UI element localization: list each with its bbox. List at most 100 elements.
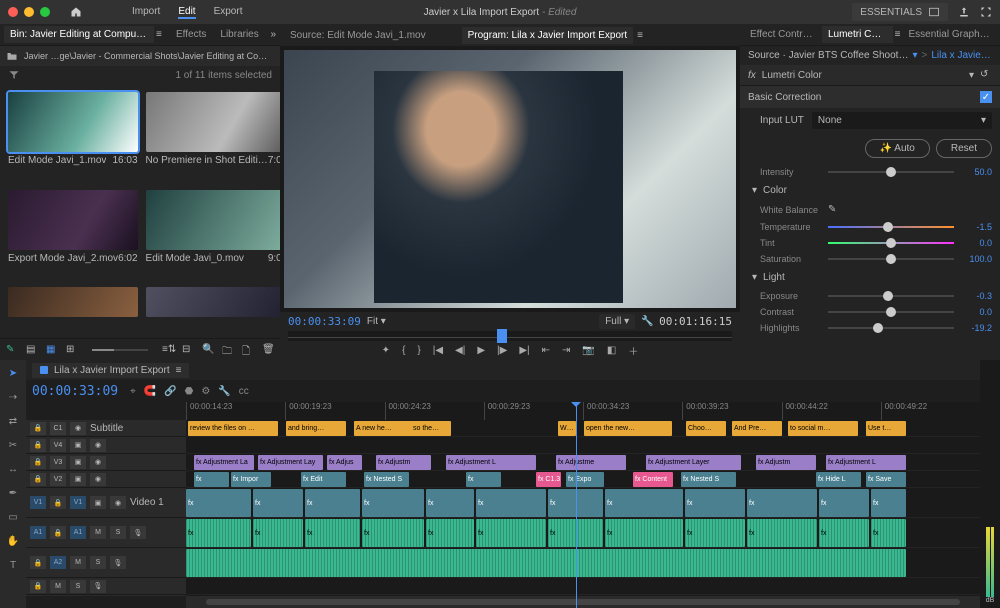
a1-source[interactable]: A1 — [30, 526, 46, 539]
timeline-clip[interactable]: fx Expo — [566, 472, 604, 487]
reset-icon[interactable]: ↺ — [980, 69, 992, 81]
slider-track[interactable] — [828, 295, 954, 297]
timeline-clip[interactable]: fx — [253, 519, 303, 547]
clip-thumb[interactable]: Edit Mode Javi_1.mov16:03 — [8, 92, 138, 182]
menu-export[interactable]: Export — [214, 6, 243, 19]
maximize-window[interactable] — [40, 7, 50, 17]
timeline-clip[interactable]: fx C1.3 — [536, 472, 561, 487]
slider-value[interactable]: 50.0 — [962, 167, 992, 177]
close-window[interactable] — [8, 7, 18, 17]
find-icon[interactable]: 🔍 — [202, 344, 214, 356]
timeline-clip[interactable]: fx Adjustment L — [446, 455, 536, 470]
pen-tool-icon[interactable]: ✎ — [6, 344, 18, 356]
timeline-clip[interactable]: fx Adjustment L — [826, 455, 906, 470]
slider-track[interactable] — [828, 226, 954, 228]
zoom-fit-dropdown[interactable]: Fit ▾ — [367, 316, 386, 327]
timeline-clip[interactable]: fx — [476, 519, 546, 547]
timeline-clip[interactable]: fx Adjustm — [376, 455, 431, 470]
slider-knob[interactable] — [886, 238, 896, 248]
bin-icon[interactable] — [6, 50, 18, 62]
timeline-clip[interactable]: fx — [685, 489, 745, 517]
basic-correction-checkbox[interactable]: ✓ — [980, 91, 992, 103]
breadcrumb-path[interactable]: Javier …ge\Javier - Commercial Shots\Jav… — [24, 51, 274, 61]
new-bin-icon[interactable]: 🗀 — [222, 344, 234, 356]
tab-menu-icon[interactable]: ≡ — [895, 29, 901, 40]
snap-icon[interactable]: ⌖ — [130, 386, 136, 397]
slider-value[interactable]: -0.3 — [962, 291, 992, 301]
sequence-link[interactable]: Lila x Javier Import Export · Jav… — [931, 50, 992, 61]
lumetri-dropdown[interactable]: Lumetri Color — [762, 70, 822, 81]
timeline-clip[interactable]: fx — [871, 519, 906, 547]
freeform-view-icon[interactable]: ⊞ — [66, 344, 78, 356]
clip-thumb[interactable]: Export Mode Javi_2.mov6:02 — [8, 190, 138, 280]
resolution-dropdown[interactable]: Full ▾ — [599, 314, 635, 329]
timeline-clip[interactable]: fx Impor — [231, 472, 271, 487]
slider-knob[interactable] — [883, 291, 893, 301]
timeline-clip[interactable]: fx — [819, 519, 869, 547]
insert-icon[interactable]: ⇤ — [542, 345, 550, 356]
timeline-clip[interactable]: fx Nested S — [681, 472, 736, 487]
hand-tool-icon[interactable]: ✋ — [4, 532, 22, 550]
timeline-clip[interactable]: fx — [819, 489, 869, 517]
slider-knob[interactable] — [883, 222, 893, 232]
linked-selection-icon[interactable]: 🔗 — [164, 386, 176, 397]
section-basic-correction[interactable]: Basic Correction ✓ — [740, 85, 1000, 108]
magnet-icon[interactable]: 🧲 — [144, 386, 156, 397]
slip-tool-icon[interactable]: ↔ — [4, 460, 22, 478]
new-item-icon[interactable]: 🗋 — [242, 344, 254, 356]
workspace-button[interactable]: ESSENTIALS — [852, 3, 948, 21]
timeline-clip[interactable]: fx — [685, 519, 745, 547]
tab-program[interactable]: Program: Lila x Javier Import Export — [462, 27, 634, 44]
slider-track[interactable] — [828, 311, 954, 313]
slider-track[interactable] — [828, 171, 954, 173]
timeline-clip[interactable]: fx — [466, 472, 501, 487]
overwrite-icon[interactable]: ⇥ — [562, 345, 570, 356]
lut-dropdown[interactable]: None▾ — [812, 112, 992, 129]
timeline-clip[interactable]: review the files on … — [188, 421, 278, 436]
v4-label[interactable]: V4 — [50, 439, 66, 452]
mark-out-icon[interactable]: } — [417, 345, 420, 356]
auto-sequence-icon[interactable]: ⊟ — [182, 344, 194, 356]
timeline-ruler[interactable]: 00:00:14:2300:00:19:2300:00:24:2300:00:2… — [186, 402, 980, 420]
delete-icon[interactable]: 🗑 — [262, 344, 274, 356]
timeline-clip[interactable]: fx — [476, 489, 546, 517]
tab-effects[interactable]: Effects — [170, 26, 212, 43]
viewer-scrubber[interactable] — [288, 331, 732, 341]
auto-button[interactable]: ✨ Auto — [865, 139, 930, 158]
timeline-scrollbar[interactable] — [186, 596, 980, 608]
slider-track[interactable] — [828, 242, 954, 244]
menu-import[interactable]: Import — [132, 6, 160, 19]
tab-effect-controls[interactable]: Effect Controls — [744, 26, 820, 43]
selection-tool-icon[interactable]: ➤ — [4, 364, 22, 382]
reset-button[interactable]: Reset — [936, 139, 992, 158]
timeline-clip[interactable]: fx Save — [866, 472, 906, 487]
ripple-tool-icon[interactable]: ⇄ — [4, 412, 22, 430]
timeline-clip[interactable]: fx — [362, 489, 424, 517]
rectangle-tool-icon[interactable]: ▭ — [4, 508, 22, 526]
mark-in-icon[interactable]: { — [402, 345, 405, 356]
tab-lumetri[interactable]: Lumetri Color — [822, 26, 893, 43]
timeline-clip[interactable]: fx — [426, 519, 474, 547]
timeline-clip[interactable]: fx — [186, 519, 251, 547]
filter-icon[interactable] — [8, 69, 20, 81]
sequence-tab[interactable]: Lila x Javier Import Export ≡ — [32, 363, 189, 378]
timeline-clip[interactable]: fx — [605, 519, 683, 547]
lock-icon[interactable]: 🔒 — [30, 422, 46, 435]
timeline-clip[interactable]: fx Adjustme — [556, 455, 626, 470]
a1-target[interactable]: A1 — [70, 526, 86, 539]
clip-thumb[interactable]: No Premiere in Shot Editi…7:07 — [146, 92, 280, 182]
timeline-clip[interactable]: fx — [871, 489, 906, 517]
tab-bin[interactable]: Bin: Javier Editing at Computer B Roll — [4, 26, 154, 43]
timeline-clip[interactable]: fx Adjustm — [756, 455, 816, 470]
slider-value[interactable]: 0.0 — [962, 307, 992, 317]
track-content[interactable]: review the files on …and bring…A new he…… — [186, 420, 980, 596]
slider-knob[interactable] — [886, 307, 896, 317]
timeline-timecode[interactable]: 00:00:33:09 — [32, 384, 118, 399]
timeline-clip[interactable]: fx — [747, 489, 817, 517]
timeline-clip[interactable]: fx — [305, 519, 360, 547]
v1-source[interactable]: V1 — [30, 496, 46, 509]
timeline-clip[interactable]: W… — [558, 421, 576, 436]
razor-tool-icon[interactable]: ✂ — [4, 436, 22, 454]
clip-thumb[interactable] — [146, 287, 280, 330]
timeline-clip[interactable]: Choo… — [686, 421, 726, 436]
